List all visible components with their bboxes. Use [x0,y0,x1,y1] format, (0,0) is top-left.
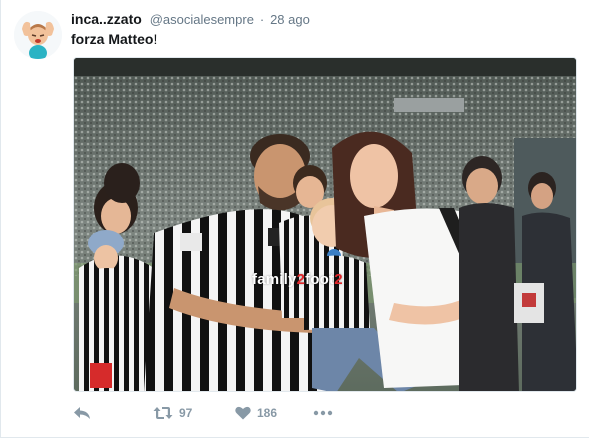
reply-icon [74,407,90,419]
tweet-timestamp[interactable]: 28 ago [270,12,310,27]
like-button[interactable]: 186 [235,404,277,422]
retweet-button[interactable]: 97 [153,404,192,422]
tweet-header: inca..zzato @asocialesempre · 28 ago [71,10,310,29]
photo-watermark: family2foot2 [252,271,343,288]
more-icon [313,410,333,416]
watermark-part-2: 2 [296,271,306,288]
retweet-count: 97 [179,406,193,420]
watermark-part-1: family [252,271,297,288]
tweet-text-main: forza Matteo [71,31,154,47]
author-display-name[interactable]: inca..zzato [71,11,142,27]
avatar-image [14,11,62,59]
separator-dot: · [259,12,265,27]
retweet-icon [153,407,173,419]
avatar[interactable] [14,11,62,59]
like-count: 186 [257,406,278,420]
tweet-text: forza Matteo! [71,30,157,48]
more-button[interactable] [313,404,333,422]
tweet-actions: 97 186 [73,404,473,422]
heart-icon [235,406,251,420]
photo-stadium-family [74,58,576,391]
tweet-card: inca..zzato @asocialesempre · 28 ago for… [0,0,589,438]
watermark-part-3: foot [305,271,335,288]
author-username[interactable]: @asocialesempre [150,12,254,27]
reply-button[interactable] [73,404,91,422]
watermark-part-4: 2 [334,271,343,288]
tweet-text-suffix: ! [153,31,158,47]
tweet-media-photo[interactable]: family2foot2 [73,57,577,392]
